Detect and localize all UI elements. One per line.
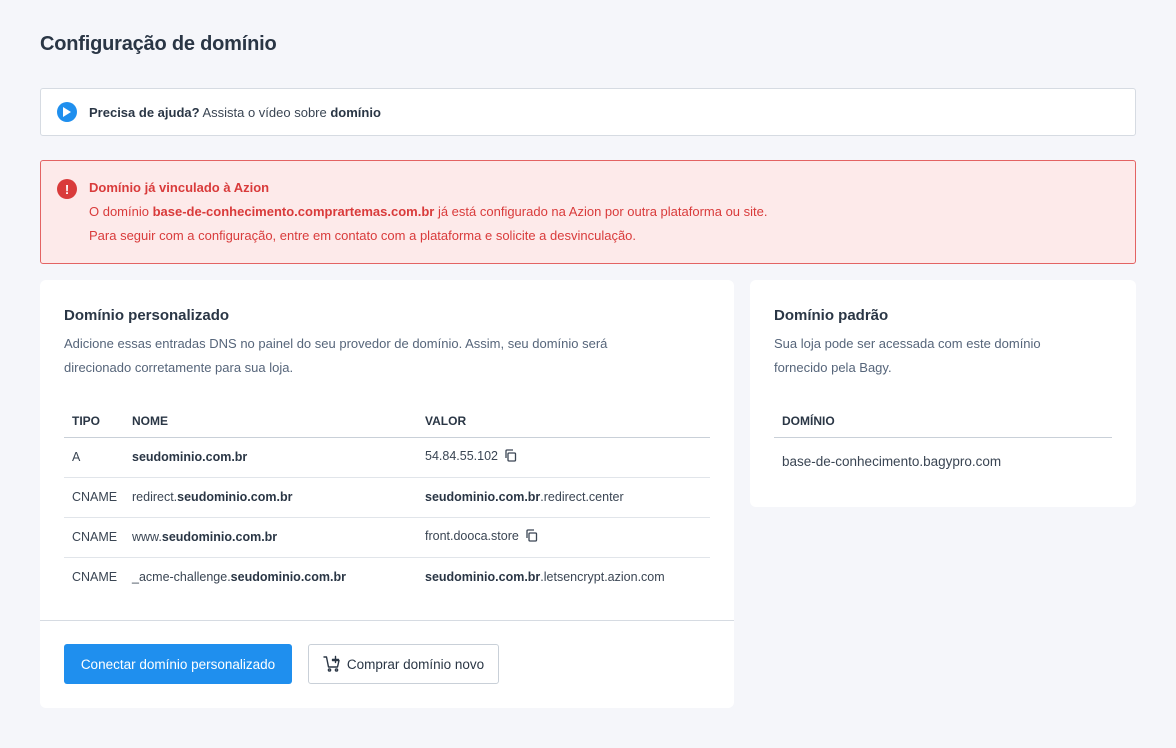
domain-linked-alert: ! Domínio já vinculado à Azion O domínio…	[40, 160, 1136, 264]
dns-value: 54.84.55.102	[417, 437, 710, 478]
alert-line-1-pre: O domínio	[89, 204, 153, 219]
dns-value: seudominio.com.br.redirect.center	[417, 477, 710, 518]
col-domain: DOMÍNIO	[774, 401, 1112, 438]
dns-value: front.dooca.store	[417, 517, 710, 558]
dns-name-prefix: _acme-challenge.	[132, 570, 231, 585]
dns-name-domain: seudominio.com.br	[132, 450, 248, 464]
dns-name: www.seudominio.com.br	[124, 517, 417, 558]
default-domain-value: base-de-conhecimento.bagypro.com	[782, 453, 1002, 469]
copy-icon[interactable]	[525, 529, 538, 545]
alert-line-2: Para seguir com a configuração, entre em…	[89, 228, 637, 243]
play-icon[interactable]	[57, 102, 77, 122]
dns-value-text: 54.84.55.102	[425, 449, 498, 463]
default-domain-title: Domínio padrão	[774, 307, 889, 324]
dns-value-text: .letsencrypt.azion.com	[540, 570, 665, 585]
dns-name-domain: seudominio.com.br	[177, 490, 293, 504]
dns-name-prefix: www.	[132, 530, 162, 544]
default-desc-line-2: fornecido pela Bagy.	[774, 360, 892, 375]
custom-desc-line-1: Adicione essas entradas DNS no painel do…	[64, 336, 608, 351]
dns-row: Aseudominio.com.br 54.84.55.102	[64, 437, 710, 478]
help-video-bar[interactable]: Precisa de ajuda? Assista o vídeo sobre …	[40, 88, 1136, 136]
dns-name-domain: seudominio.com.br	[230, 570, 346, 585]
page-title: Configuração de domínio	[40, 33, 277, 55]
dns-name-domain: seudominio.com.br	[161, 530, 278, 544]
dns-value-text: front.dooca.store	[425, 529, 519, 543]
buy-domain-label: Comprar domínio novo	[346, 656, 485, 672]
col-value: VALOR	[417, 401, 710, 438]
alert-title: Domínio já vinculado à Azion	[89, 180, 270, 195]
default-domain-card: Domínio padrão Sua loja pode ser acessad…	[750, 280, 1136, 507]
custom-domain-title: Domínio personalizado	[64, 307, 230, 324]
dns-value-domain: seudominio.com.br	[425, 570, 541, 585]
dns-name: _acme-challenge.seudominio.com.br	[124, 557, 417, 597]
custom-domain-description: Adicione essas entradas DNS no painel do…	[64, 332, 714, 380]
dns-type: CNAME	[72, 570, 118, 585]
alert-icon: !	[57, 179, 77, 199]
col-type: TIPO	[64, 401, 124, 438]
help-bold: Precisa de ajuda?	[89, 104, 200, 120]
dns-name: seudominio.com.br	[124, 437, 417, 478]
help-text: Precisa de ajuda? Assista o vídeo sobre …	[89, 105, 381, 120]
dns-value: seudominio.com.br.letsencrypt.azion.com	[417, 557, 710, 597]
help-plain: Assista o vídeo sobre	[199, 104, 331, 120]
help-link[interactable]: domínio	[330, 105, 381, 120]
default-desc-line-1: Sua loja pode ser acessada com este domí…	[774, 336, 1041, 351]
connect-domain-button[interactable]: Conectar domínio personalizado	[64, 644, 292, 684]
alert-domain: base-de-conhecimento.comprartemas.com.br	[152, 204, 435, 219]
dns-row: CNAME redirect.seudominio.com.br seudomini…	[64, 477, 710, 518]
alert-line-1-post: já está configurado na Azion por outra p…	[434, 204, 768, 219]
dns-name: redirect.seudominio.com.br	[124, 477, 417, 518]
copy-icon[interactable]	[504, 449, 517, 465]
dns-name-prefix: redirect.	[132, 490, 178, 504]
dns-type: CNAME	[64, 477, 124, 518]
dns-type: CNAME	[64, 517, 124, 558]
custom-domain-card: Domínio personalizado Adicione essas ent…	[40, 280, 734, 708]
dns-value-domain: seudominio.com.br	[425, 490, 541, 504]
dns-row: CNAME www.seudominio.com.br front.dooca.st…	[64, 517, 710, 558]
default-domain-table: DOMÍNIO base-de-conhecimento.bagypro.com	[774, 401, 1112, 485]
dns-type: A	[64, 437, 124, 478]
cart-icon	[323, 655, 341, 673]
alert-line-1: O domínio base-de-conhecimento.comprarte…	[89, 204, 1119, 220]
dns-row: CNAME _acme-challenge.seudominio.com.br se…	[64, 557, 710, 597]
dns-table: TIPO NOME VALOR Aseudominio.com.br 54.84.…	[64, 401, 710, 597]
card-footer-divider	[40, 620, 734, 621]
col-name: NOME	[124, 401, 417, 438]
default-domain-description: Sua loja pode ser acessada com este domí…	[774, 332, 1114, 380]
custom-desc-line-2: direcionado corretamente para sua loja.	[64, 360, 294, 375]
buy-domain-button[interactable]: Comprar domínio novo	[308, 644, 499, 684]
dns-value-text: .redirect.center	[540, 490, 624, 504]
